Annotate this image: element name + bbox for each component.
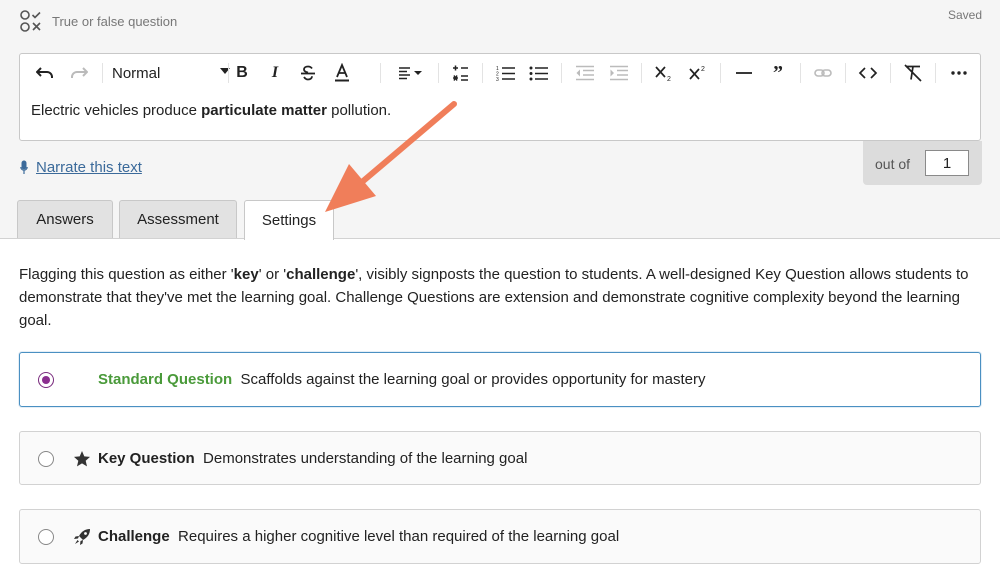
option-challenge-desc: Requires a higher cognitive level than r… (178, 528, 620, 545)
italic-icon[interactable]: I (263, 60, 287, 86)
strikethrough-icon[interactable] (296, 60, 320, 86)
option-key-title: Key Question Demonstrates understanding … (98, 450, 528, 467)
bold-icon[interactable]: B (230, 60, 254, 86)
check-cross-icon (20, 10, 41, 32)
code-icon[interactable] (856, 60, 880, 86)
option-standard-title: Standard Question Scaffolds against the … (98, 371, 706, 388)
editor-text-before: Electric vehicles produce (31, 102, 202, 119)
bullet-list-icon[interactable] (527, 60, 551, 86)
radio-standard[interactable] (38, 372, 54, 388)
question-header-area: True or false question Saved Normal B I (0, 0, 1000, 240)
svg-text:3: 3 (496, 77, 499, 81)
numbered-list-icon[interactable]: 123 (494, 60, 518, 86)
option-challenge[interactable]: Challenge Requires a higher cognitive le… (19, 509, 981, 564)
option-key-question[interactable]: Key Question Demonstrates understanding … (19, 431, 981, 485)
option-standard-question[interactable]: Standard Question Scaffolds against the … (19, 352, 981, 407)
settings-panel: Flagging this question as either 'key' o… (0, 239, 1000, 576)
tab-answers-label: Answers (36, 211, 94, 228)
score-box: out of (863, 141, 982, 185)
out-of-label: out of (875, 156, 911, 172)
save-status: Saved (947, 8, 982, 22)
text-color-icon[interactable] (330, 60, 354, 86)
redo-icon[interactable] (66, 60, 92, 86)
option-standard-desc: Scaffolds against the learning goal or p… (240, 371, 706, 388)
outdent-icon[interactable] (573, 60, 597, 86)
align-icon[interactable] (394, 60, 428, 86)
settings-description: Flagging this question as either 'key' o… (19, 266, 969, 329)
score-input[interactable] (925, 150, 969, 176)
superscript-icon[interactable]: 2 (686, 60, 710, 86)
undo-icon[interactable] (32, 60, 58, 86)
narrate-link[interactable]: Narrate this text (36, 159, 142, 176)
paragraph-style-select[interactable]: Normal (112, 61, 230, 85)
star-icon (74, 451, 90, 467)
option-challenge-title: Challenge Requires a higher cognitive le… (98, 528, 620, 545)
subscript-icon[interactable]: 2 (652, 60, 676, 86)
tab-settings[interactable]: Settings (244, 200, 334, 240)
editor-content[interactable]: Electric vehicles produce particulate ma… (31, 102, 391, 119)
question-type-label: True or false question (52, 14, 178, 29)
tab-settings-label: Settings (261, 212, 317, 229)
more-icon[interactable] (947, 60, 971, 86)
svg-text:2: 2 (701, 66, 705, 73)
link-icon[interactable] (811, 60, 835, 86)
clear-format-icon[interactable] (901, 60, 925, 86)
rich-text-editor[interactable]: Normal B I 123 2 2 ” Electric vehicles p… (19, 53, 981, 141)
editor-toolbar: Normal B I 123 2 2 ” (20, 54, 980, 92)
radio-challenge[interactable] (38, 529, 54, 545)
narrate-control[interactable]: Narrate this text (20, 159, 142, 176)
horizontal-rule-icon[interactable] (732, 60, 756, 86)
blockquote-icon[interactable]: ” (766, 60, 790, 86)
tab-assessment[interactable]: Assessment (119, 200, 237, 238)
tab-assessment-label: Assessment (137, 211, 219, 228)
tab-answers[interactable]: Answers (17, 200, 113, 238)
radio-key[interactable] (38, 451, 54, 467)
editor-text-after: pollution. (326, 102, 392, 119)
indent-icon[interactable] (607, 60, 631, 86)
formula-icon[interactable] (448, 60, 472, 86)
rocket-icon (74, 529, 90, 545)
option-key-desc: Demonstrates understanding of the learni… (203, 450, 528, 467)
microphone-icon (20, 160, 28, 174)
paragraph-style-value: Normal (112, 64, 161, 82)
svg-text:2: 2 (667, 76, 671, 82)
editor-text-bold: particulate matter (201, 102, 327, 119)
